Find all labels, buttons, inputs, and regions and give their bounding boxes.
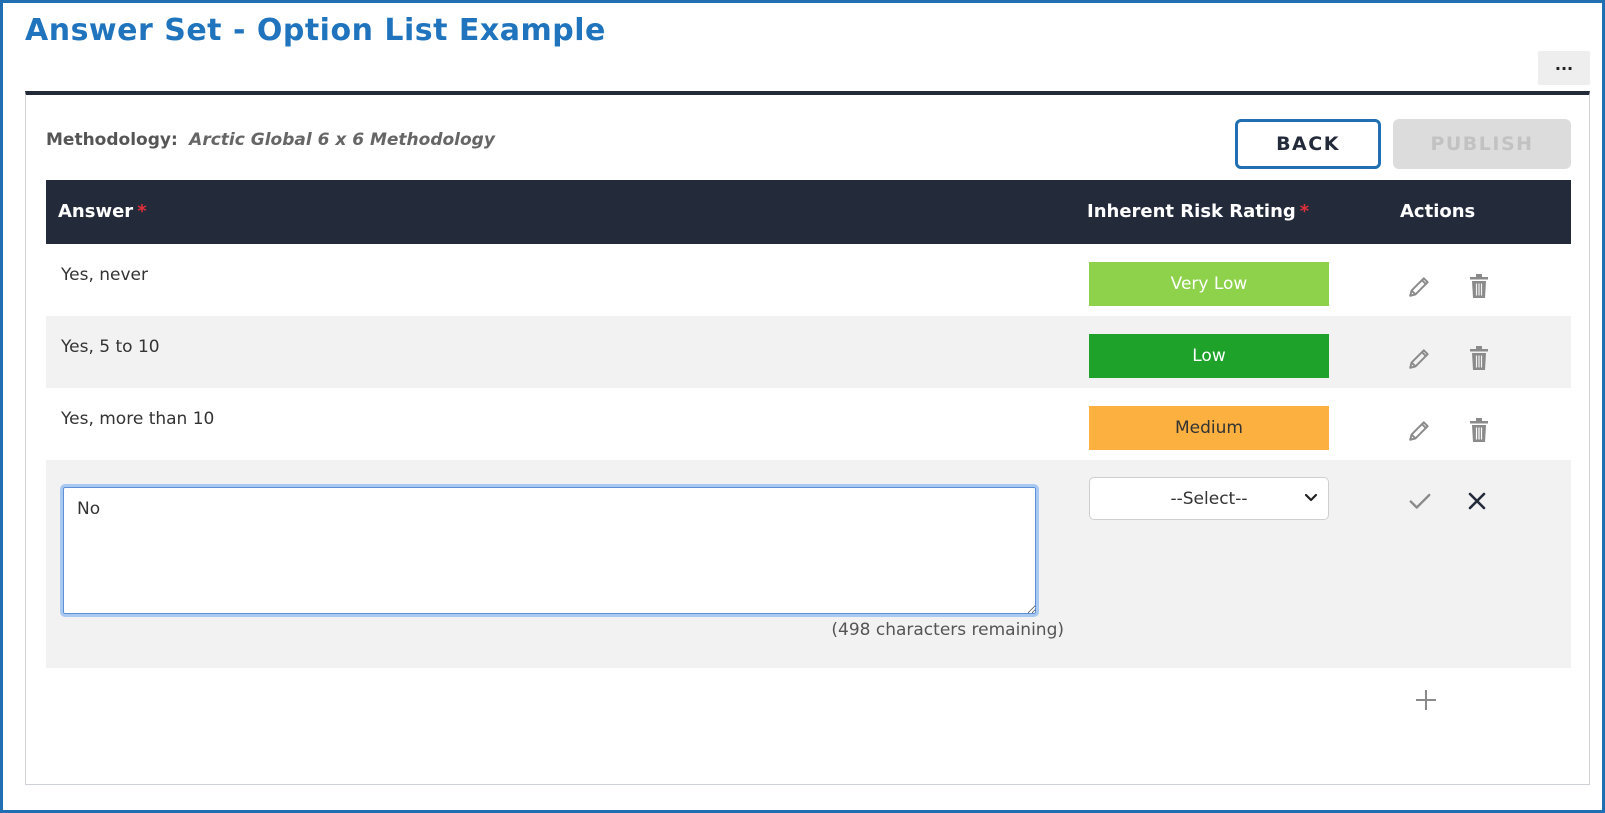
edit-answer-row: (498 characters remaining) --Select--: [46, 460, 1571, 668]
table-header: Answer * Inherent Risk Rating * Actions: [46, 180, 1571, 244]
answer-input[interactable]: [60, 484, 1039, 617]
ellipsis-icon: ···: [1554, 58, 1574, 78]
column-header-rating: Inherent Risk Rating *: [1087, 201, 1309, 222]
table-row: Yes, 5 to 10 Low: [46, 316, 1571, 388]
methodology-value: Arctic Global 6 x 6 Methodology: [189, 130, 495, 150]
column-header-answer-label: Answer: [58, 201, 134, 222]
answer-text: Yes, more than 10: [61, 409, 215, 429]
methodology-label: Methodology:: [46, 130, 178, 150]
publish-button[interactable]: PUBLISH: [1393, 119, 1571, 169]
column-header-answer: Answer *: [58, 201, 147, 222]
page-title: Answer Set - Option List Example: [25, 13, 606, 48]
required-marker: *: [137, 201, 147, 222]
answer-set-card: Methodology: Arctic Global 6 x 6 Methodo…: [25, 91, 1590, 785]
table-row: Yes, never Very Low: [46, 244, 1571, 316]
methodology-info: Methodology: Arctic Global 6 x 6 Methodo…: [46, 130, 495, 150]
rating-badge: Medium: [1089, 406, 1329, 450]
answers-table: Answer * Inherent Risk Rating * Actions Ye…: [46, 180, 1571, 668]
rating-badge: Low: [1089, 334, 1329, 378]
pencil-icon[interactable]: [1405, 343, 1435, 373]
more-options-button[interactable]: ···: [1538, 51, 1590, 85]
app-frame: Answer Set - Option List Example ··· Met…: [0, 0, 1605, 813]
pencil-icon[interactable]: [1405, 415, 1435, 445]
column-header-rating-label: Inherent Risk Rating: [1087, 201, 1296, 222]
rating-select-value: --Select--: [1170, 488, 1248, 509]
rating-badge: Very Low: [1089, 262, 1329, 306]
plus-icon[interactable]: [1411, 685, 1441, 715]
rating-select[interactable]: --Select--: [1089, 477, 1329, 520]
table-row: Yes, more than 10 Medium: [46, 388, 1571, 460]
pencil-icon[interactable]: [1405, 271, 1435, 301]
back-button[interactable]: BACK: [1235, 119, 1381, 169]
chevron-down-icon: [1304, 488, 1318, 513]
required-marker: *: [1299, 201, 1310, 222]
trash-icon[interactable]: [1464, 343, 1494, 373]
trash-icon[interactable]: [1464, 415, 1494, 445]
close-icon[interactable]: [1462, 486, 1492, 516]
answer-text: Yes, 5 to 10: [61, 337, 160, 357]
characters-remaining: (498 characters remaining): [831, 620, 1064, 640]
column-header-actions: Actions: [1400, 201, 1476, 222]
check-icon[interactable]: [1405, 486, 1435, 516]
trash-icon[interactable]: [1464, 271, 1494, 301]
answer-text: Yes, never: [61, 265, 148, 285]
